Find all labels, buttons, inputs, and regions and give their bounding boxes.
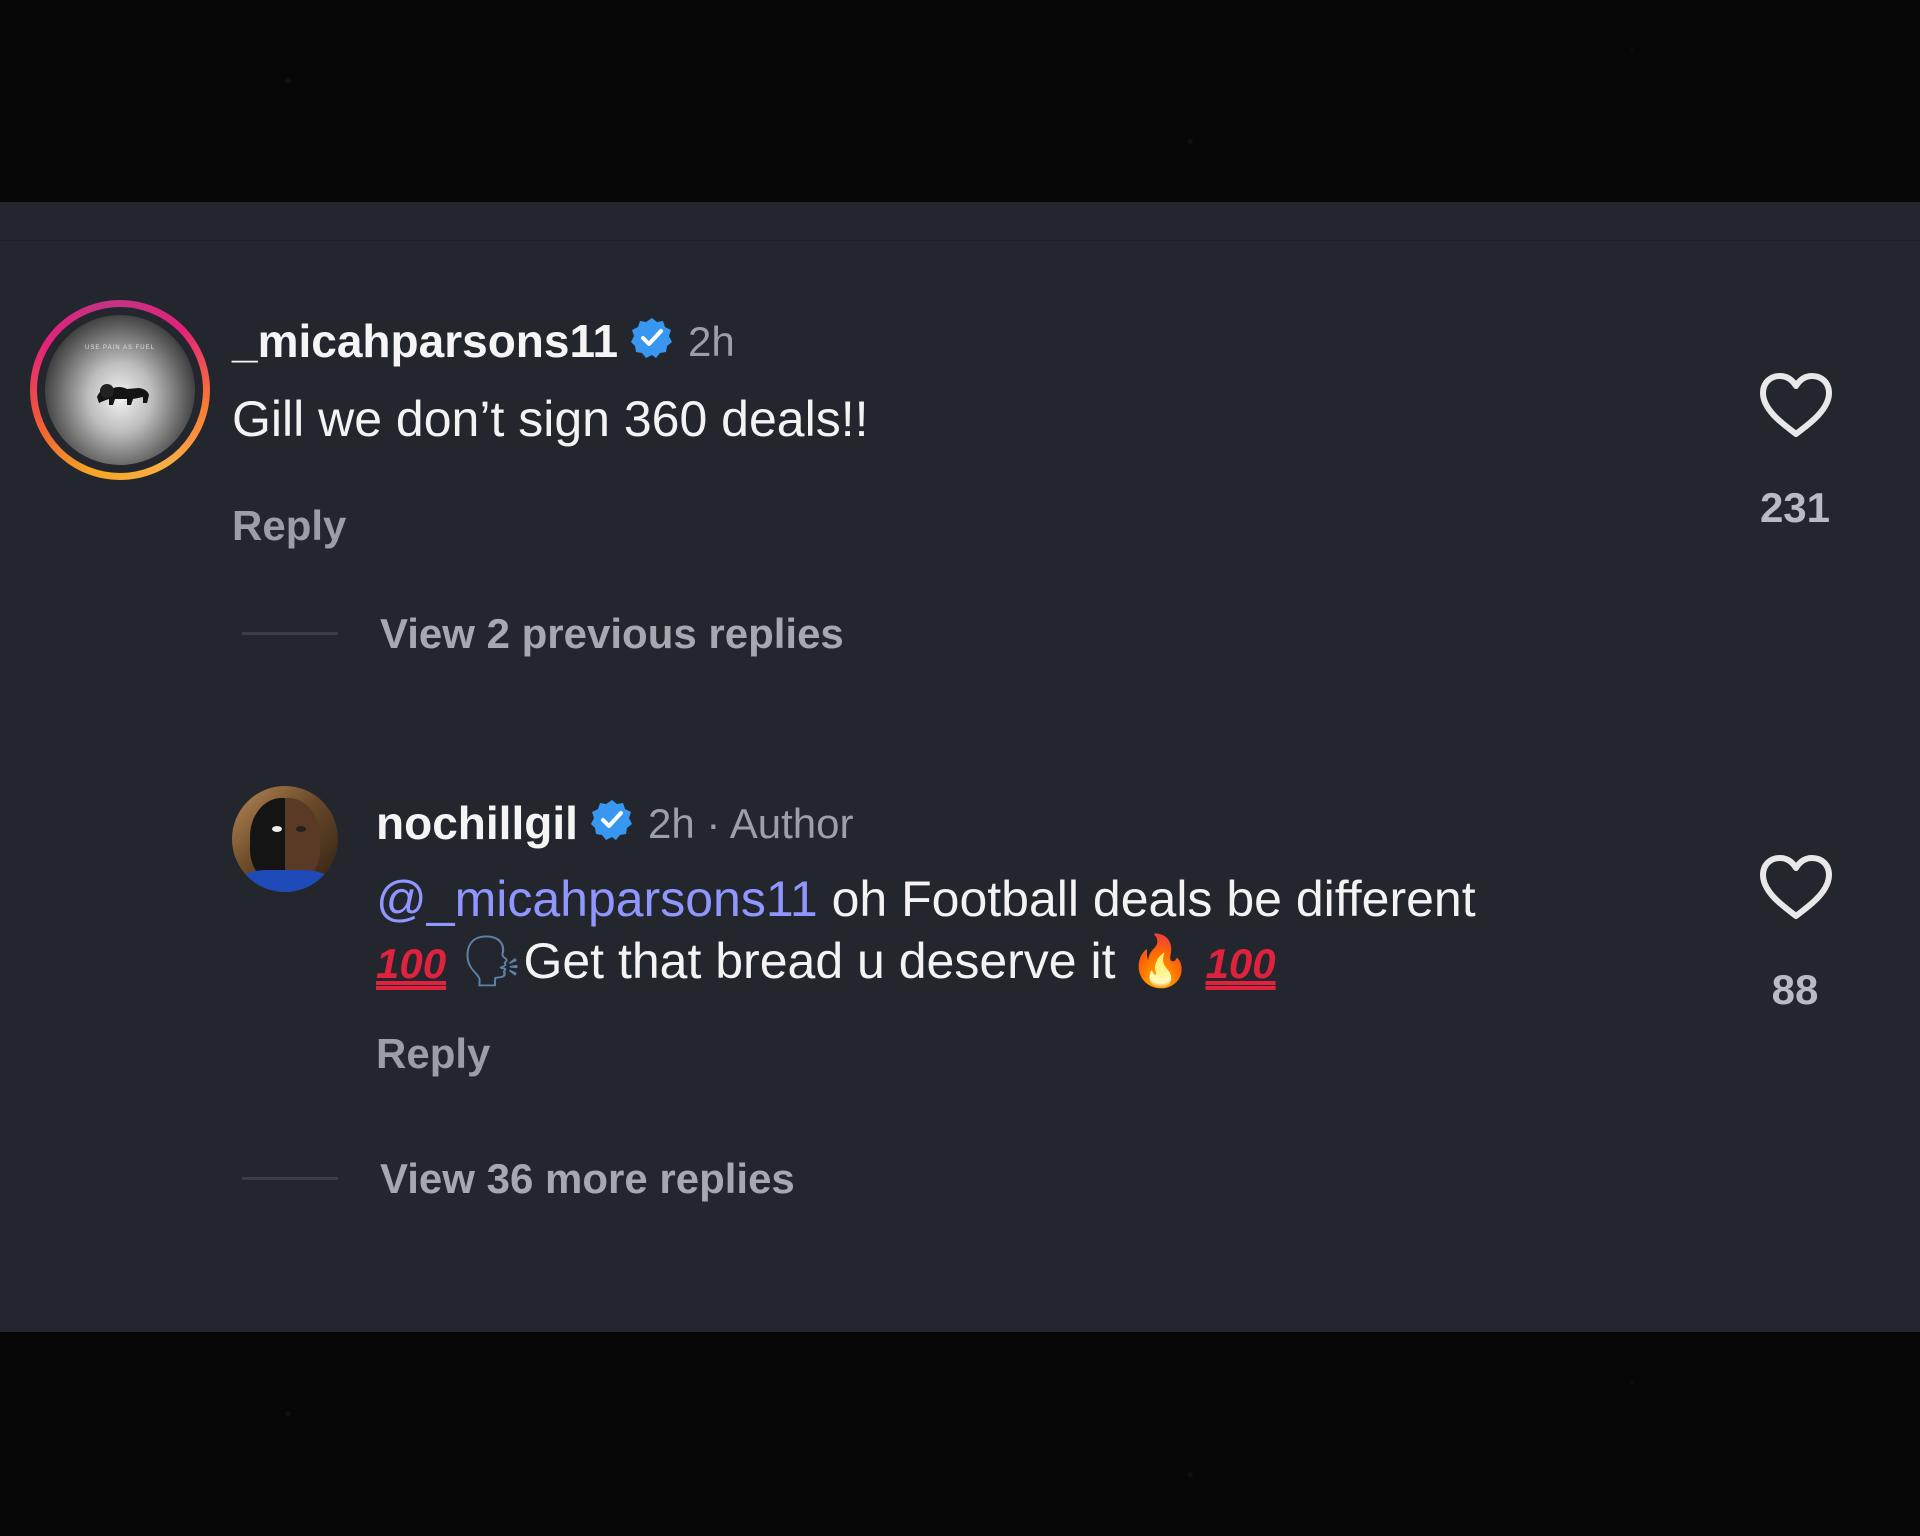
speaking-head-emoji: 🗣 bbox=[459, 932, 524, 990]
fire-emoji: 🔥 bbox=[1129, 932, 1192, 990]
replies-line bbox=[242, 632, 338, 635]
avatar-story-ring[interactable]: USE PAIN AS FUEL bbox=[30, 300, 210, 480]
comment-text-line-1: @_micahparsons11 oh Football deals be di… bbox=[376, 871, 1476, 927]
verified-badge-icon bbox=[591, 800, 632, 840]
view-more-replies-button[interactable]: View 36 more replies bbox=[380, 1155, 795, 1203]
comment-text-line-2: 100 🗣Get that bread u deserve it 🔥 100 bbox=[376, 932, 1276, 990]
background-band-bottom bbox=[0, 1332, 1920, 1536]
reply-button[interactable]: Reply bbox=[376, 1030, 490, 1078]
heart-icon[interactable] bbox=[1759, 854, 1833, 920]
comment-timestamp: 2h · Author bbox=[648, 800, 854, 847]
hundred-points-emoji: 100 bbox=[1205, 940, 1276, 987]
comment-text: Gill we don’t sign 360 deals!! bbox=[232, 391, 869, 447]
like-count: 231 bbox=[1759, 484, 1831, 531]
heart-icon[interactable] bbox=[1759, 372, 1833, 438]
avatar: USE PAIN AS FUEL bbox=[45, 315, 195, 465]
view-previous-replies-button[interactable]: View 2 previous replies bbox=[380, 610, 844, 658]
avatar-caption: USE PAIN AS FUEL bbox=[85, 345, 155, 351]
comment-username[interactable]: _micahparsons11 bbox=[232, 314, 618, 368]
verified-badge-icon bbox=[631, 318, 672, 358]
comment-username[interactable]: nochillgil bbox=[376, 796, 578, 850]
replies-line bbox=[242, 1177, 338, 1180]
hundred-points-emoji: 100 bbox=[376, 940, 447, 987]
avatar[interactable] bbox=[232, 786, 338, 892]
reply-button[interactable]: Reply bbox=[232, 502, 346, 550]
background-band-top bbox=[0, 0, 1920, 202]
lion-image bbox=[97, 384, 149, 405]
user-mention-link[interactable]: @_micahparsons11 bbox=[376, 871, 818, 927]
divider bbox=[0, 240, 1920, 241]
comments-panel bbox=[0, 202, 1920, 1332]
like-count: 88 bbox=[1771, 966, 1819, 1013]
comment-timestamp: 2h bbox=[688, 318, 735, 365]
